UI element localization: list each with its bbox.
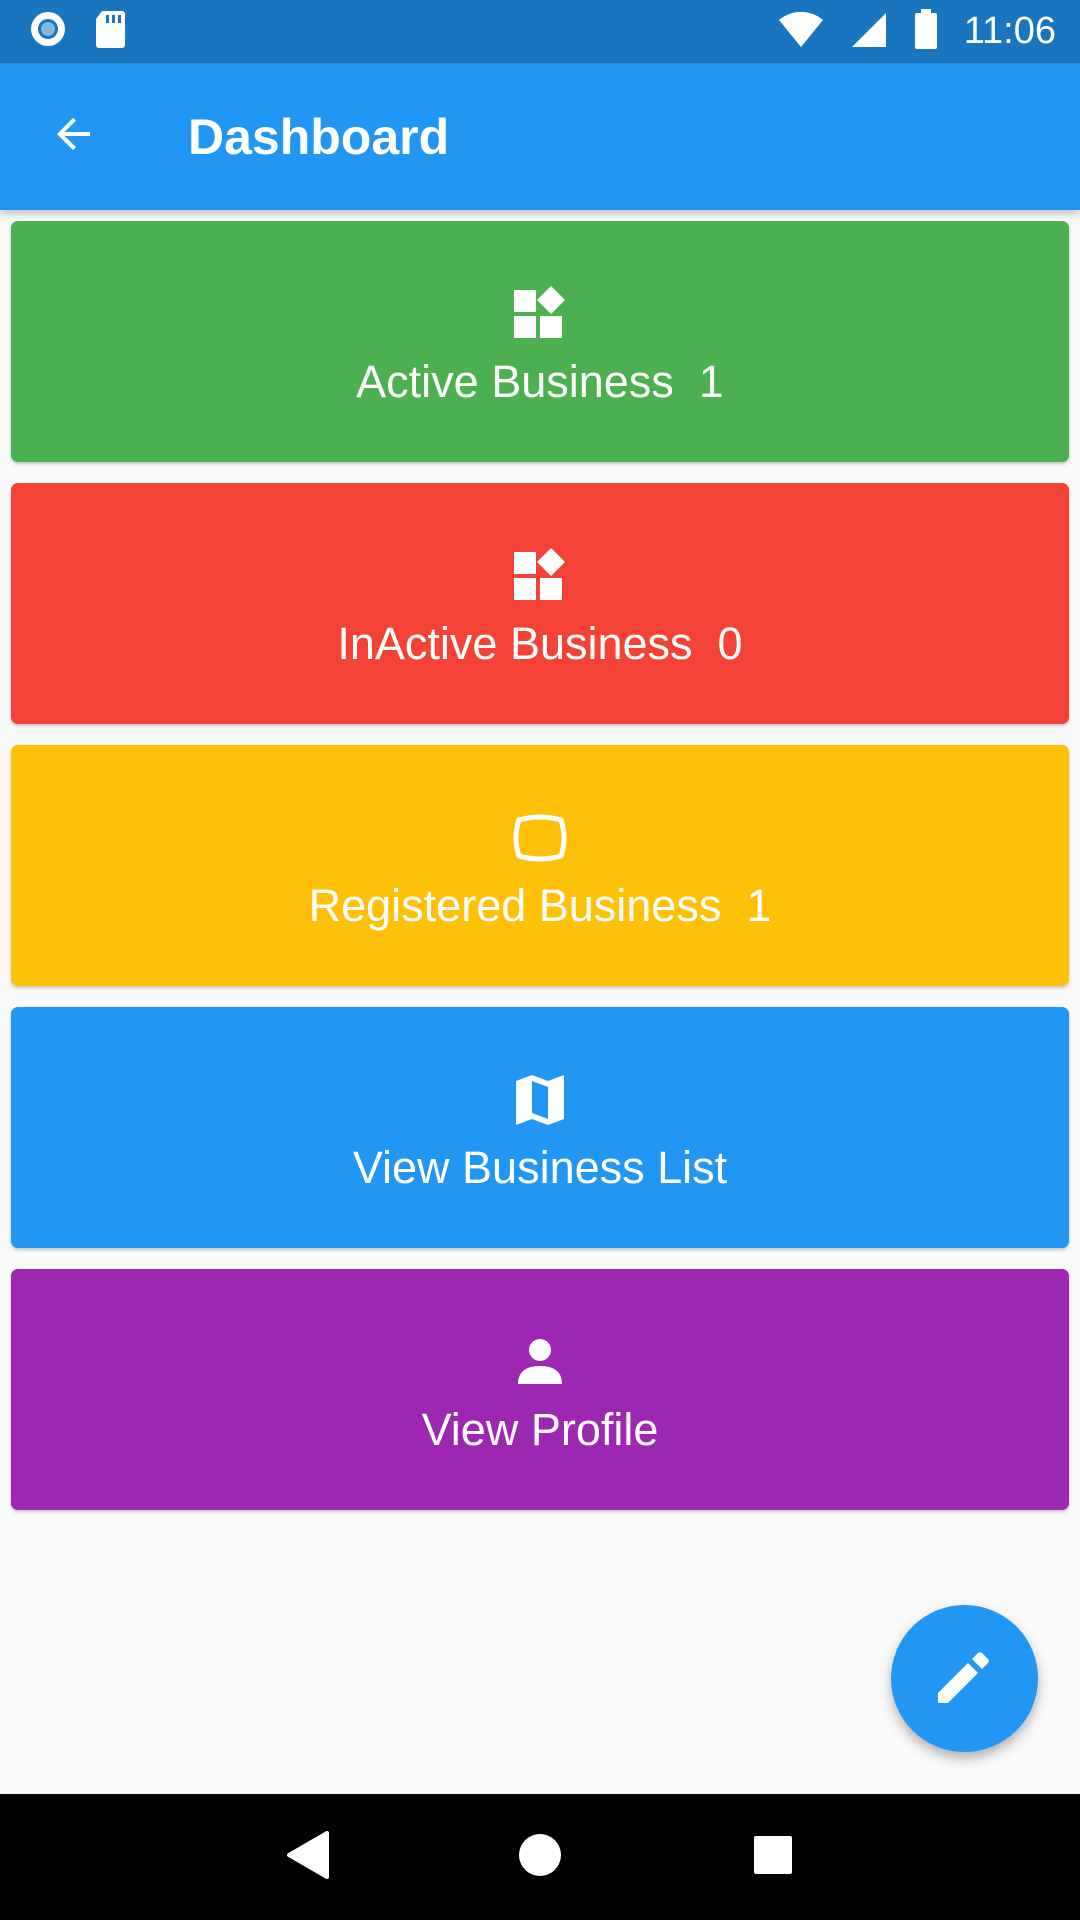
card-label: Active Business 1 [356, 355, 724, 407]
home-circle-icon [518, 1833, 562, 1882]
status-right-icons: 11:06 [778, 9, 1056, 54]
card-label: View Profile [421, 1403, 659, 1455]
nav-recents-button[interactable] [733, 1817, 813, 1897]
card-view-profile[interactable]: View Profile [11, 1269, 1069, 1510]
status-bar: 11:06 [0, 0, 1080, 63]
arrow-back-icon [50, 110, 98, 163]
recents-square-icon [753, 1835, 793, 1880]
card-label: InActive Business 0 [337, 617, 743, 669]
sd-card-icon [94, 9, 126, 54]
edit-pencil-icon [932, 1643, 998, 1714]
card-registered-business[interactable]: Registered Business 1 [11, 745, 1069, 986]
status-left-icons [28, 9, 126, 54]
system-nav-bar [0, 1794, 1080, 1920]
wifi-icon [778, 10, 824, 53]
dashboard-card-list: Active Business 1 InActive Business 0 Re… [11, 221, 1069, 1531]
map-icon [510, 1070, 570, 1130]
person-icon [510, 1332, 570, 1392]
nav-back-button[interactable] [267, 1817, 347, 1897]
edit-fab-button[interactable] [891, 1605, 1038, 1752]
card-label: View Business List [352, 1141, 728, 1193]
back-button[interactable] [24, 87, 124, 187]
card-view-business-list[interactable]: View Business List [11, 1007, 1069, 1248]
widgets-icon [510, 546, 570, 606]
app-bar: Dashboard [0, 63, 1080, 210]
battery-icon [914, 9, 938, 54]
page-title: Dashboard [188, 108, 450, 165]
record-icon [28, 9, 68, 54]
widgets-icon [510, 284, 570, 344]
card-active-business[interactable]: Active Business 1 [11, 221, 1069, 462]
card-inactive-business[interactable]: InActive Business 0 [11, 483, 1069, 724]
back-triangle-icon [285, 1830, 329, 1885]
signal-icon [850, 10, 888, 53]
status-time: 11:06 [963, 10, 1056, 52]
tv-screen-icon [510, 808, 570, 868]
nav-home-button[interactable] [500, 1817, 580, 1897]
card-label: Registered Business 1 [308, 879, 772, 931]
